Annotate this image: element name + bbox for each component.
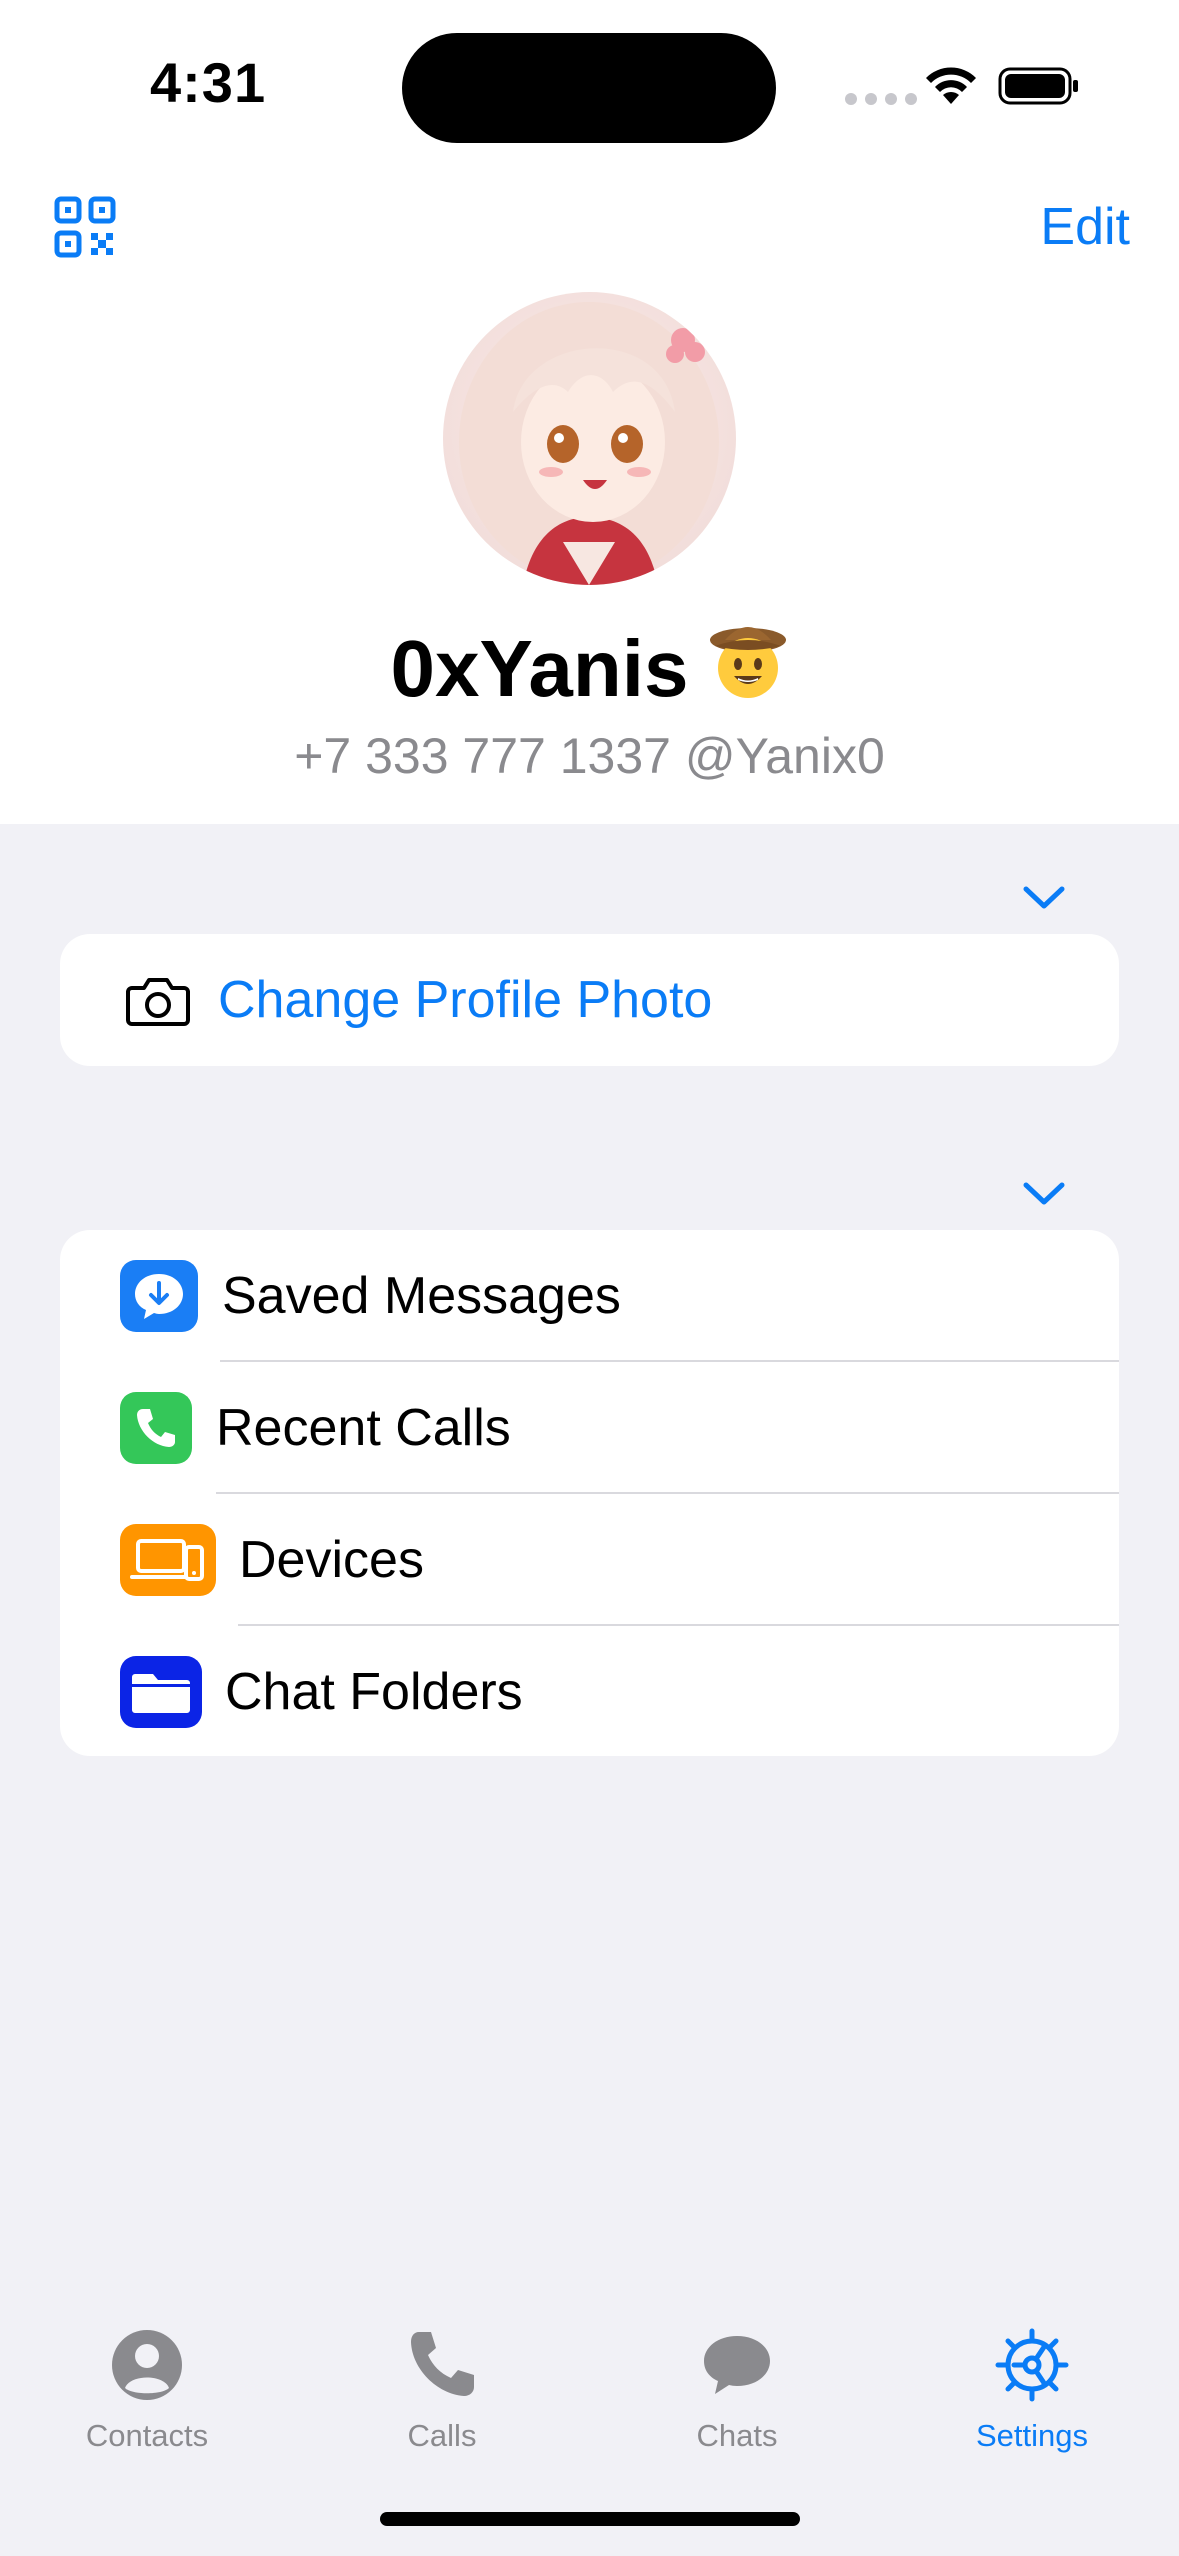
phone-icon	[120, 1392, 192, 1464]
folder-icon	[120, 1656, 202, 1728]
tab-contacts[interactable]: Contacts	[27, 2328, 267, 2454]
menu-item-label: Devices	[239, 1531, 424, 1589]
menu-item-chat-folders[interactable]: Chat Folders	[60, 1626, 1119, 1756]
tab-label: Contacts	[85, 2418, 209, 2453]
battery-icon	[998, 67, 1078, 105]
edit-button[interactable]: Edit	[1040, 197, 1130, 257]
home-indicator[interactable]	[380, 2512, 800, 2526]
profile-phone-username: +7 333 777 1337 @Yanix0	[294, 728, 885, 784]
menu-item-label: Chat Folders	[225, 1663, 523, 1721]
tab-label: Chats	[696, 2418, 778, 2453]
devices-icon	[120, 1524, 216, 1596]
phone-icon	[411, 2332, 474, 2396]
cowboy-emoji-icon	[709, 627, 786, 698]
tab-label: Settings	[975, 2418, 1088, 2453]
menu-item-devices[interactable]: Devices	[60, 1494, 1119, 1626]
qr-code-icon[interactable]	[54, 196, 116, 258]
chat-bubble-icon	[704, 2336, 770, 2394]
chevron-down-icon[interactable]	[1022, 884, 1066, 912]
profile-header: 4:31 Edit 0xYanis +7 333 777 1337 @Yanix…	[0, 0, 1179, 824]
tab-settings[interactable]: Settings	[912, 2328, 1152, 2454]
avatar[interactable]	[443, 292, 736, 585]
profile-name: 0xYanis	[0, 620, 1179, 715]
saved-messages-icon	[120, 1260, 198, 1332]
tab-chats[interactable]: Chats	[617, 2328, 857, 2454]
settings-menu-card: Saved Messages Recent Calls Devices Chat…	[60, 1230, 1119, 1756]
change-photo-button[interactable]: Change Profile Photo	[60, 934, 1119, 1066]
menu-item-label: Saved Messages	[222, 1267, 621, 1325]
dynamic-island	[402, 33, 776, 143]
gear-icon	[995, 2328, 1069, 2402]
chevron-down-icon[interactable]	[1022, 1180, 1066, 1208]
cellular-signal-icon	[845, 93, 917, 105]
change-photo-label: Change Profile Photo	[218, 971, 713, 1029]
settings-screen: 4:31 Edit 0xYanis +7 333 777 1337 @Yanix…	[0, 0, 1179, 2556]
wifi-icon	[926, 67, 976, 104]
contact-icon	[112, 2330, 182, 2400]
tab-calls[interactable]: Calls	[322, 2328, 562, 2454]
profile-name-text: 0xYanis	[390, 624, 689, 713]
menu-item-saved-messages[interactable]: Saved Messages	[60, 1230, 1119, 1362]
change-photo-card: Change Profile Photo	[60, 934, 1119, 1066]
camera-icon	[126, 978, 190, 1026]
menu-item-recent-calls[interactable]: Recent Calls	[60, 1362, 1119, 1494]
menu-item-label: Recent Calls	[216, 1399, 511, 1457]
status-time: 4:31	[150, 51, 267, 114]
tab-label: Calls	[407, 2418, 477, 2453]
